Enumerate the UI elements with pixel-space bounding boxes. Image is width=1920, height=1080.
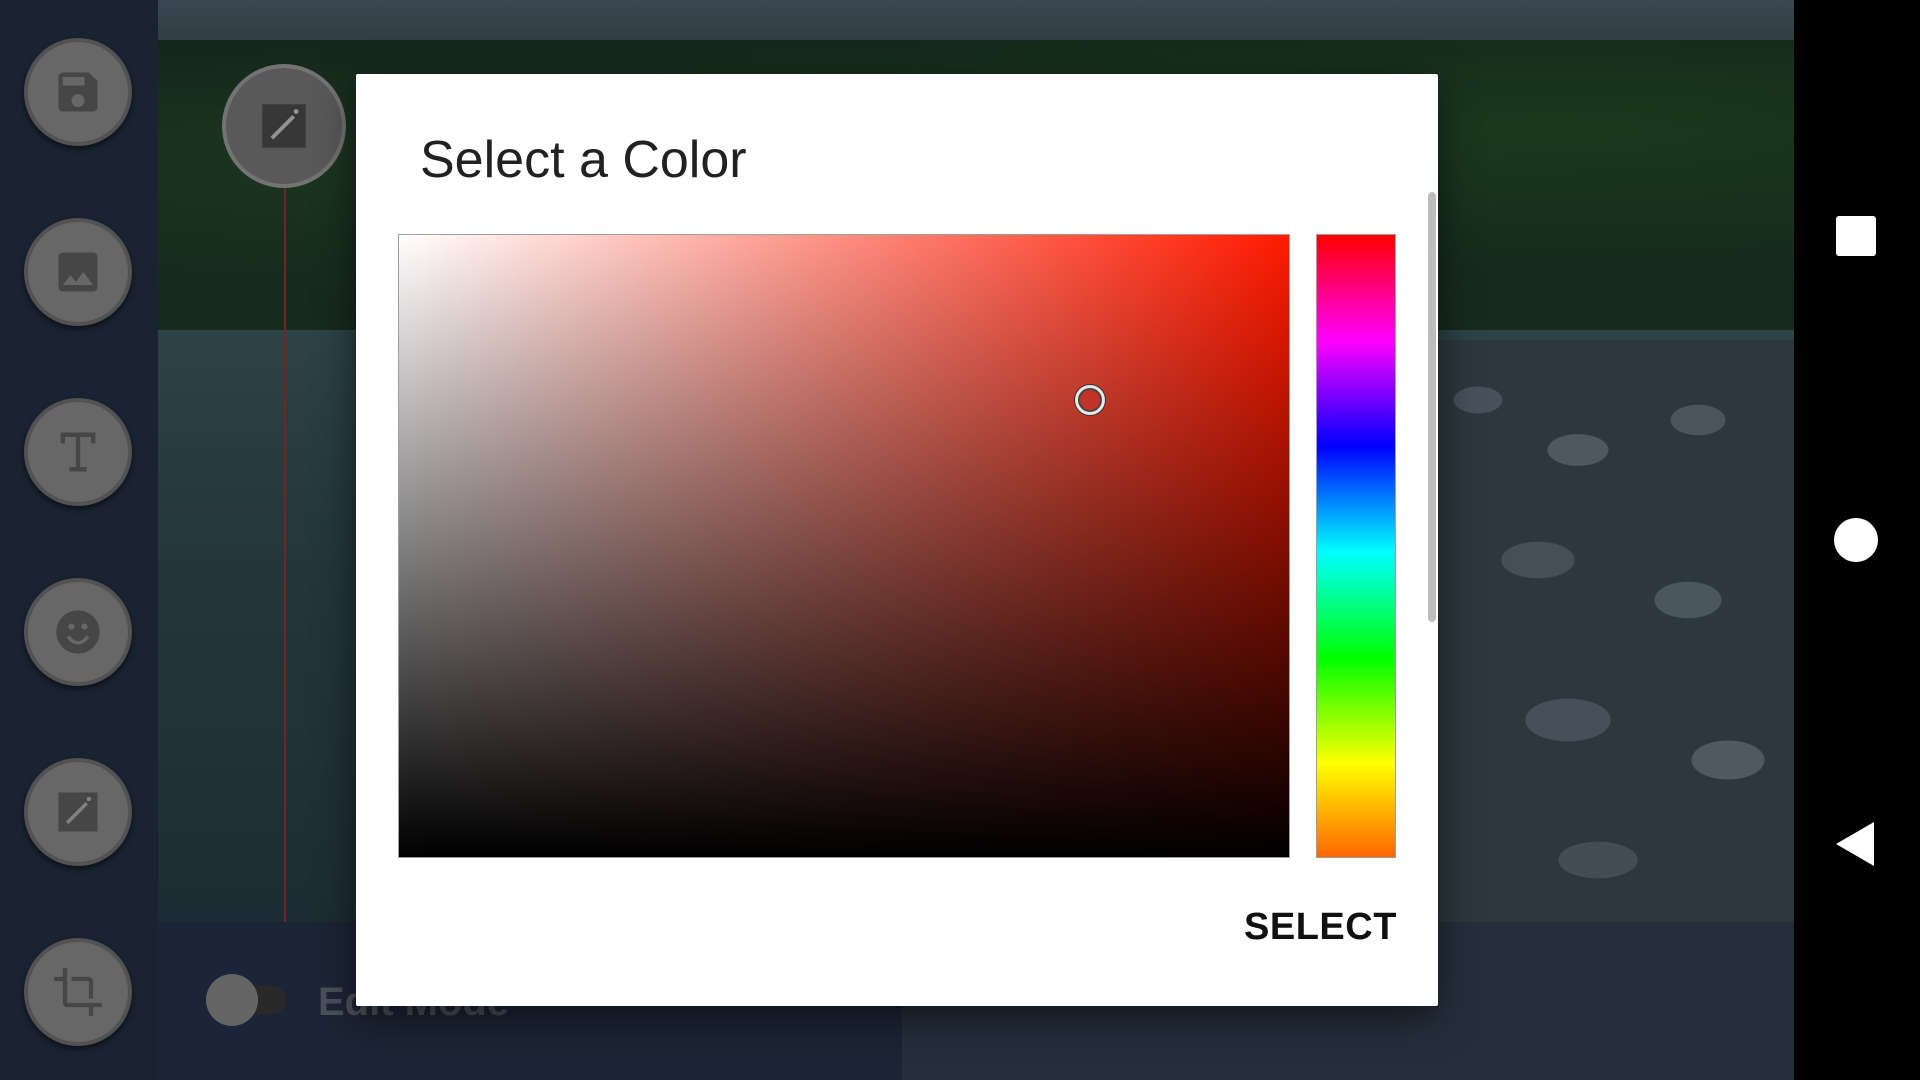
screen: Edit Mode Select a Color SELECT [0, 0, 1920, 1080]
android-nav-bar [1794, 0, 1920, 1080]
color-cursor[interactable] [1075, 385, 1105, 415]
dialog-scrollbar[interactable] [1428, 192, 1436, 622]
recents-icon[interactable] [1836, 216, 1876, 256]
hue-slider[interactable] [1316, 234, 1396, 858]
back-icon[interactable] [1836, 822, 1874, 866]
select-button[interactable]: SELECT [1228, 898, 1413, 957]
home-icon[interactable] [1834, 518, 1878, 562]
color-picker-dialog: Select a Color SELECT [356, 74, 1438, 1006]
saturation-value-picker[interactable] [398, 234, 1290, 858]
dialog-title: Select a Color [420, 131, 747, 189]
